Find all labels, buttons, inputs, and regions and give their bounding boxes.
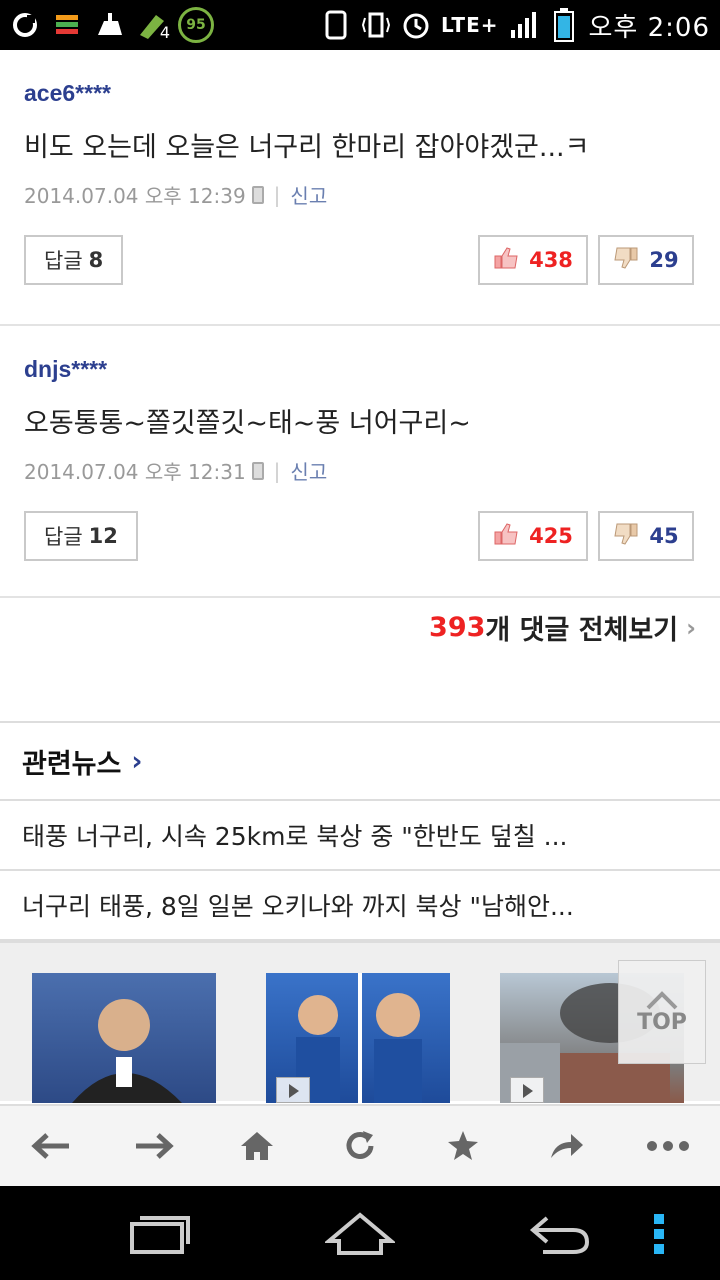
comment-item: dnjs**** 오동통통~쫄깃쫄깃~태~풍 너어구리~ 2014.07.04 …	[0, 326, 720, 598]
video-play-icon	[510, 1077, 544, 1103]
home-icon[interactable]	[227, 1116, 287, 1176]
phone-icon	[321, 10, 351, 40]
reply-button[interactable]: 답글 8	[24, 235, 124, 285]
signal-icon	[509, 10, 539, 40]
list-notification-icon	[52, 10, 82, 40]
reply-label: 답글	[44, 525, 83, 549]
divider: |	[273, 458, 281, 483]
divider: |	[273, 182, 281, 207]
chevron-up-icon	[646, 990, 678, 1009]
dislike-button[interactable]: 45	[598, 511, 694, 561]
notif-count: 4	[159, 23, 170, 42]
chevron-right-icon: ›	[131, 745, 143, 777]
comment-meta: 2014.07.04 오후 12:31 | 신고	[24, 456, 696, 485]
star-icon[interactable]	[433, 1116, 493, 1176]
like-count: 438	[529, 248, 573, 272]
top-label: TOP	[637, 1009, 687, 1035]
related-news-header[interactable]: 관련뉴스 ›	[0, 723, 720, 801]
comment-item: ace6**** 비도 오는데 오늘은 너구리 한마리 잡아야겠군...ㅋ 20…	[0, 50, 720, 326]
news-item[interactable]: 태풍 너구리, 시속 25km로 북상 중 "한반도 덮칠 ...	[0, 801, 720, 871]
mobile-icon	[251, 185, 264, 204]
comment-meta: 2014.07.04 오후 12:39 | 신고	[24, 180, 696, 209]
battery-saver-icon: 4	[136, 10, 170, 42]
thumbs-up-icon	[493, 246, 519, 275]
browser-toolbar	[0, 1104, 720, 1186]
reply-count: 12	[88, 524, 118, 548]
forward-icon[interactable]	[124, 1116, 184, 1176]
dislike-count: 45	[649, 524, 679, 548]
news-headline: 태풍 너구리, 시속 25km로 북상 중 "한반도 덮칠 ...	[22, 822, 568, 851]
thumbs-down-icon	[613, 522, 639, 551]
like-count: 425	[529, 524, 573, 548]
app-notification-icon	[10, 10, 40, 40]
comment-text: 오동통통~쫄깃쫄깃~태~풍 너어구리~	[24, 408, 471, 439]
reply-count: 8	[88, 248, 104, 272]
alarm-icon	[401, 10, 431, 40]
thumbs-down-icon	[613, 246, 639, 275]
network-type: LTE+	[441, 13, 499, 37]
battery-icon	[549, 8, 579, 42]
comment-text: 비도 오는데 오늘은 너구리 한마리 잡아야겠군...ㅋ	[24, 132, 590, 163]
battery-percent: 95	[186, 17, 206, 33]
chevron-right-icon: ›	[686, 613, 696, 642]
video-play-icon	[276, 1077, 310, 1103]
comment-timestamp: 2014.07.04 오후 12:31	[24, 460, 246, 484]
news-item[interactable]: 너구리 태풍, 8일 일본 오키나와 까지 북상 "남해안...	[0, 871, 720, 941]
menu-nav-icon[interactable]	[640, 1204, 680, 1264]
cleaner-icon	[94, 10, 124, 40]
comment-author[interactable]: ace6****	[24, 80, 696, 107]
report-link[interactable]: 신고	[290, 456, 327, 485]
all-comments-link[interactable]: 393 개 댓글 전체보기 ›	[429, 608, 696, 647]
back-icon[interactable]	[21, 1116, 81, 1176]
news-headline: 너구리 태풍, 8일 일본 오키나와 까지 북상 "남해안...	[22, 892, 574, 921]
dislike-count: 29	[649, 248, 679, 272]
vibrate-icon	[361, 10, 391, 40]
like-button[interactable]: 425	[478, 511, 588, 561]
mobile-icon	[251, 461, 264, 480]
page-content: ace6**** 비도 오는데 오늘은 너구리 한마리 잡아야겠군...ㅋ 20…	[0, 50, 720, 1104]
recent-apps-icon[interactable]	[120, 1204, 200, 1264]
like-button[interactable]: 438	[478, 235, 588, 285]
comment-timestamp: 2014.07.04 오후 12:39	[24, 184, 246, 208]
refresh-icon[interactable]	[330, 1116, 390, 1176]
news-thumbnail[interactable]	[32, 973, 216, 1103]
battery-percent-icon: 95	[178, 7, 214, 43]
back-nav-icon[interactable]	[520, 1204, 600, 1264]
related-news-title: 관련뉴스	[22, 748, 122, 780]
thumbs-up-icon	[493, 522, 519, 551]
report-link[interactable]: 신고	[290, 180, 327, 209]
all-comments-section: 393 개 댓글 전체보기 ›	[0, 598, 720, 723]
reply-label: 답글	[44, 249, 83, 273]
reply-button[interactable]: 답글 12	[24, 511, 138, 561]
share-icon[interactable]	[536, 1116, 596, 1176]
news-thumbnails	[0, 941, 720, 1103]
more-icon[interactable]	[638, 1116, 698, 1176]
status-bar: 4 95 LTE+ 오후 2:06	[0, 0, 720, 50]
all-comments-label: 개 댓글 전체보기	[485, 615, 679, 646]
comment-total: 393	[429, 612, 486, 643]
scroll-top-button[interactable]: TOP	[618, 960, 706, 1064]
comment-author[interactable]: dnjs****	[24, 356, 696, 383]
dislike-button[interactable]: 29	[598, 235, 694, 285]
news-thumbnail[interactable]	[266, 973, 450, 1103]
home-nav-icon[interactable]	[320, 1204, 400, 1264]
clock: 오후 2:06	[588, 12, 710, 43]
system-nav-bar	[0, 1186, 720, 1280]
